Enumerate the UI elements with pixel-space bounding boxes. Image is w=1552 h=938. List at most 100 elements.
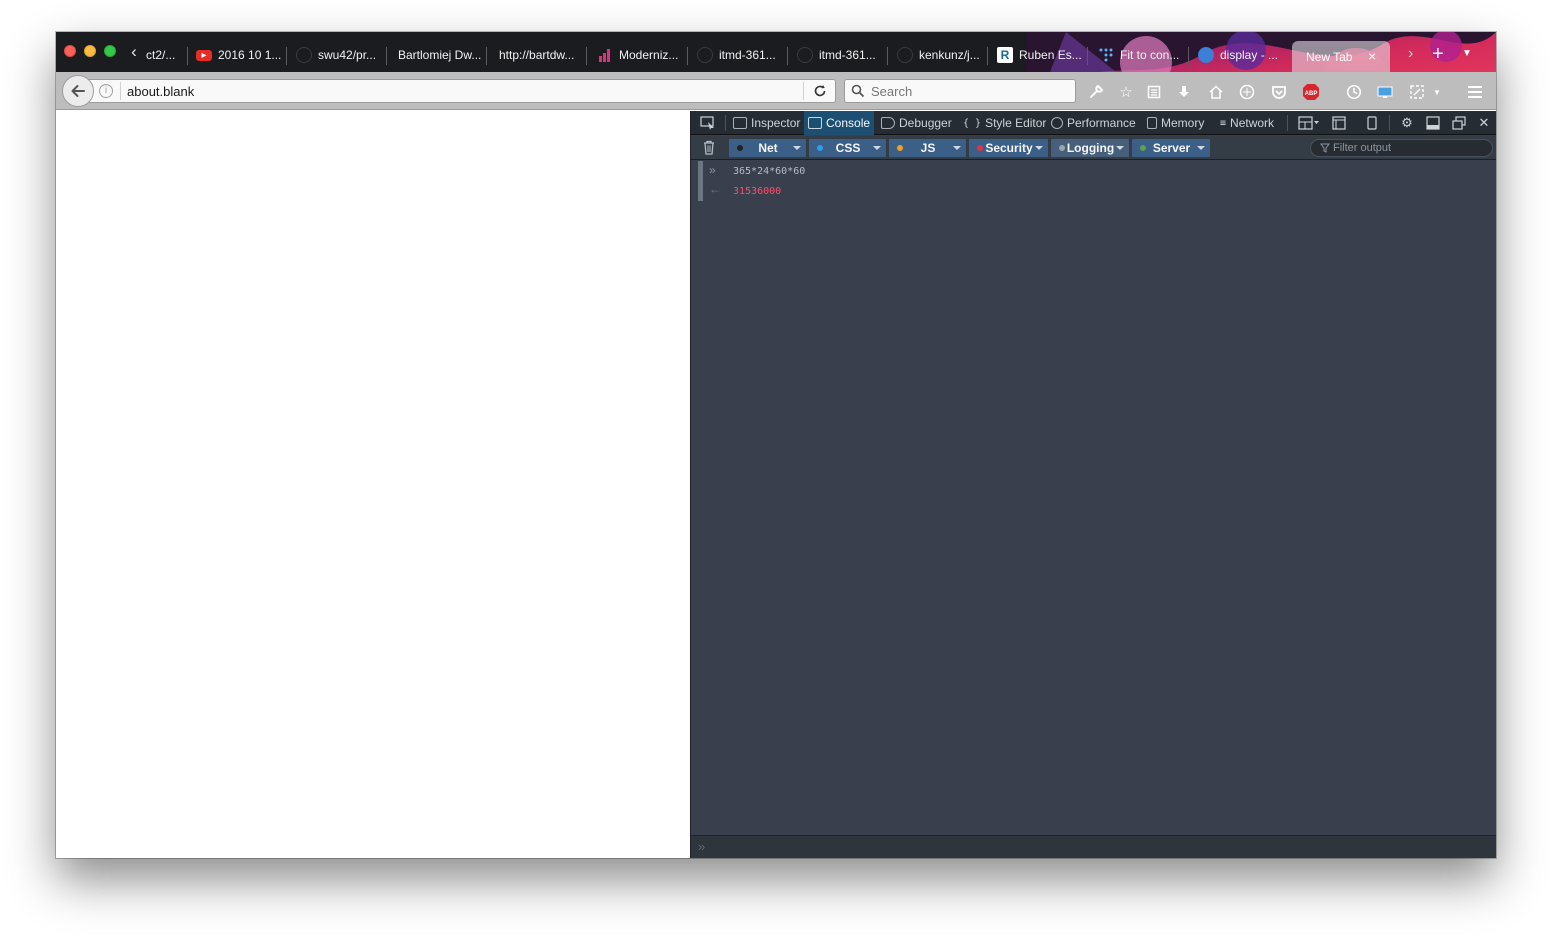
chevron-down-icon: [953, 146, 961, 150]
url-text[interactable]: about.blank: [127, 84, 194, 99]
github-icon: [296, 47, 312, 63]
tab[interactable]: Fit to con...: [1098, 44, 1189, 66]
github-icon: [797, 47, 813, 63]
url-bar[interactable]: i about.blank: [86, 79, 836, 103]
tab[interactable]: Bartlomiej Dw...: [398, 44, 487, 66]
navigation-toolbar: i about.blank Search ☆ ABP ▼: [56, 72, 1496, 110]
message-gutter: [698, 161, 703, 201]
console-output: » 365*24*60*60 ← 31536000: [691, 161, 1496, 835]
tab-active-title: New Tab: [1306, 50, 1353, 64]
bookmark-star-icon[interactable]: ☆: [1115, 81, 1137, 103]
tab-title: Ruben Es...: [1019, 48, 1082, 62]
history-clock-icon[interactable]: [1343, 81, 1365, 103]
back-button[interactable]: [62, 75, 94, 107]
filter-net-button[interactable]: Net: [729, 139, 806, 157]
tab[interactable]: kenkunz/j...: [897, 44, 988, 66]
tab-title: 2016 10 1...: [218, 48, 282, 62]
network-icon: ≡: [1220, 117, 1227, 129]
filter-label: Logging: [1066, 141, 1115, 155]
filter-server-button[interactable]: Server: [1132, 139, 1210, 157]
tab[interactable]: swu42/pr...: [296, 44, 387, 66]
chevron-down-icon: [1116, 146, 1124, 150]
youtube-icon: ▸: [196, 49, 212, 61]
tab-label: Inspector: [751, 116, 801, 130]
chrome-icon: [1198, 47, 1214, 63]
tab[interactable]: http://bartdw...: [499, 44, 587, 66]
tab-performance[interactable]: Performance: [1047, 111, 1140, 135]
devtools-panel: Inspector Console Debugger { } Style Edi…: [690, 111, 1496, 858]
search-bar[interactable]: Search: [844, 79, 1076, 103]
responsive-mode-icon[interactable]: [1364, 115, 1380, 131]
download-icon[interactable]: [1173, 81, 1195, 103]
chevron-down-icon: [873, 146, 881, 150]
site-info-icon[interactable]: i: [99, 84, 113, 98]
hamburger-menu-icon[interactable]: [1464, 81, 1486, 103]
filter-css-button[interactable]: CSS: [809, 139, 886, 157]
window-close-button[interactable]: [64, 45, 76, 57]
tab-scroll-right-icon[interactable]: ›: [1408, 45, 1413, 63]
layout-dropdown-icon[interactable]: [1297, 115, 1321, 131]
adblock-plus-icon[interactable]: ABP: [1300, 81, 1322, 103]
filter-logging-button[interactable]: Logging: [1051, 139, 1129, 157]
scratchpad-icon[interactable]: [1331, 115, 1347, 131]
tab[interactable]: itmd-361...: [797, 44, 888, 66]
tab-network[interactable]: ≡ Network: [1216, 111, 1278, 135]
screen-extension-icon[interactable]: [1374, 81, 1396, 103]
r-logo-icon: R: [997, 47, 1013, 63]
tab-title: Moderniz...: [619, 48, 679, 62]
filter-label: JS: [920, 141, 936, 155]
filter-output-input[interactable]: Filter output: [1310, 139, 1493, 157]
filter-label: Net: [758, 141, 778, 155]
filter-label: CSS: [835, 141, 861, 155]
tab[interactable]: Moderniz...: [597, 44, 688, 66]
close-devtools-icon[interactable]: ✕: [1476, 115, 1492, 131]
console-input-line[interactable]: »: [691, 835, 1496, 858]
screenshot-extension-icon[interactable]: [1406, 81, 1428, 103]
console-filter-bar: Net CSS JS Security Logging Server Filte…: [691, 136, 1496, 160]
extension-dropdown-icon[interactable]: ▼: [1426, 81, 1448, 103]
tab-debugger[interactable]: Debugger: [877, 111, 956, 135]
bookmarks-menu-icon[interactable]: [1143, 81, 1165, 103]
tab-scroll-left-icon[interactable]: ‹: [126, 43, 142, 60]
new-tab-button[interactable]: +: [1432, 43, 1444, 66]
tab-inspector[interactable]: Inspector: [729, 111, 804, 135]
tab-close-icon[interactable]: ×: [1368, 48, 1376, 64]
dots-icon: [1098, 47, 1114, 63]
tab[interactable]: R Ruben Es...: [997, 44, 1088, 66]
tab-title: Bartlomiej Dw...: [398, 48, 482, 62]
pocket-icon[interactable]: [1268, 81, 1290, 103]
tab[interactable]: display - ...: [1198, 44, 1284, 66]
reload-icon: [814, 85, 826, 97]
tab-style-editor[interactable]: { } Style Editor: [959, 111, 1050, 135]
tab-label: Console: [826, 116, 871, 130]
dock-bottom-icon[interactable]: [1425, 115, 1441, 131]
tab[interactable]: ct2/...: [146, 44, 188, 66]
page-content-blank: [56, 111, 690, 858]
tab-strip: ‹ ct2/... ▸ 2016 10 1... swu42/pr... Bar…: [56, 32, 1496, 72]
home-icon[interactable]: [1205, 81, 1227, 103]
element-picker-icon[interactable]: [700, 115, 716, 131]
window-minimize-button[interactable]: [84, 45, 96, 57]
tab-title: swu42/pr...: [318, 48, 377, 62]
tab-memory[interactable]: Memory: [1143, 111, 1208, 135]
tab-title: itmd-361...: [819, 48, 876, 62]
back-arrow-icon: [71, 85, 85, 97]
undock-window-icon[interactable]: [1451, 115, 1467, 131]
tab[interactable]: itmd-361...: [697, 44, 788, 66]
tab-console[interactable]: Console: [804, 111, 875, 135]
filter-security-button[interactable]: Security: [969, 139, 1048, 157]
privacy-badge-icon[interactable]: [1236, 81, 1258, 103]
inspector-icon: [733, 117, 747, 129]
filter-label: Server: [1152, 141, 1191, 155]
input-chevron-icon: »: [709, 163, 716, 177]
reload-button[interactable]: [809, 82, 831, 100]
wrench-icon[interactable]: [1085, 81, 1107, 103]
funnel-icon: [1320, 143, 1330, 153]
clear-console-trash-icon[interactable]: [702, 140, 716, 155]
filter-js-button[interactable]: JS: [889, 139, 966, 157]
settings-gear-icon[interactable]: ⚙: [1399, 115, 1415, 131]
tab-list-dropdown-icon[interactable]: ▼: [1462, 48, 1472, 59]
tab[interactable]: ▸ 2016 10 1...: [196, 44, 287, 66]
window-zoom-button[interactable]: [104, 45, 116, 57]
filter-output-placeholder: Filter output: [1333, 142, 1392, 154]
